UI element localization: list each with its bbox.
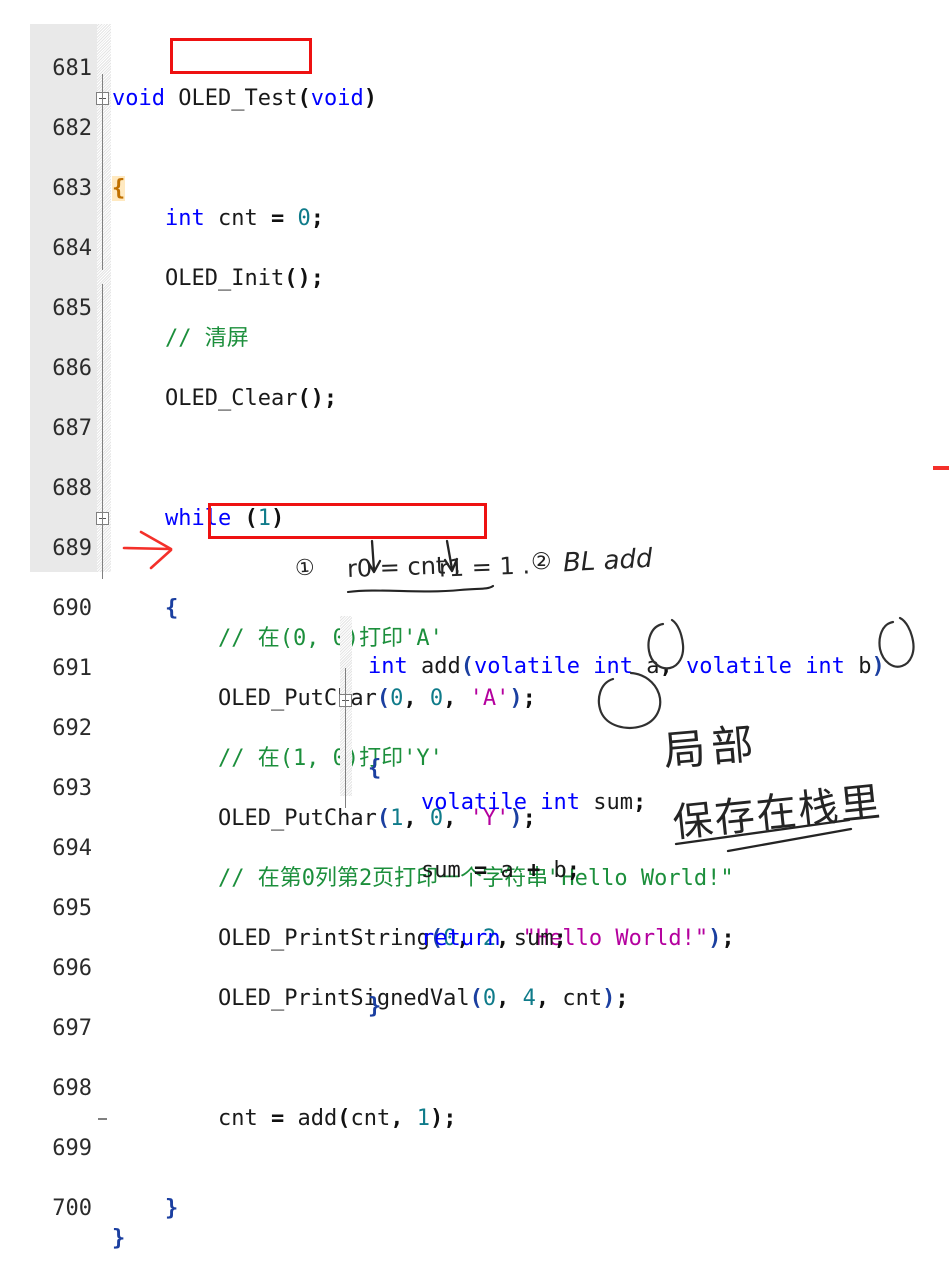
line-number: 681	[52, 56, 92, 81]
code-text[interactable]: {	[112, 174, 126, 204]
code-line[interactable]: 683 int cnt = 0;	[0, 144, 949, 231]
code-line[interactable]: 700 }	[0, 1164, 949, 1251]
code-line[interactable]: 685 // 清屏	[0, 264, 949, 351]
code-text[interactable]: sum = a + b;	[368, 854, 580, 888]
code-line[interactable]: int add(volatile int a, volatile int b)	[340, 616, 949, 679]
line-number: 693	[52, 776, 92, 801]
code-line[interactable]: 681 void OLED_Test(void)	[0, 24, 949, 111]
code-text[interactable]: volatile int sum;	[368, 786, 646, 820]
code-text[interactable]: int add(volatile int a, volatile int b)	[368, 650, 885, 684]
line-number: 684	[52, 236, 92, 261]
line-number: 695	[52, 896, 92, 921]
code-editor-upper[interactable]: 681 void OLED_Test(void) 682 { 683 int c…	[0, 24, 949, 1251]
code-line[interactable]: 686 OLED_Clear();	[0, 324, 949, 411]
ink-note-branch: BL add	[562, 543, 654, 579]
code-line[interactable]: {	[339, 684, 949, 781]
line-number: 698	[52, 1076, 92, 1101]
line-number: 699	[52, 1136, 92, 1161]
code-line[interactable]: 687	[0, 384, 949, 441]
line-number: 688	[52, 476, 92, 501]
code-line[interactable]: }	[340, 956, 949, 1019]
line-number: 686	[52, 356, 92, 381]
code-line[interactable]: 684 OLED_Init();	[0, 204, 949, 291]
code-editor-lower[interactable]: int add(volatile int a, volatile int b) …	[339, 616, 949, 1019]
code-text[interactable]: }	[368, 990, 381, 1024]
code-line[interactable]: 698 cnt = add(cnt, 1);	[0, 1044, 949, 1131]
line-number: 685	[52, 296, 92, 321]
ink-note-registers-2: r1 = 1 .	[438, 551, 531, 583]
code-lines-container[interactable]: 681 void OLED_Test(void) 682 { 683 int c…	[0, 24, 949, 1251]
code-text[interactable]: }	[112, 1224, 125, 1254]
line-number: 697	[52, 1016, 92, 1041]
code-line[interactable]: 682 {	[0, 84, 949, 201]
code-text[interactable]: return sum;	[368, 922, 567, 956]
line-number: 690	[52, 596, 92, 621]
line-number: 691	[52, 656, 92, 681]
ink-marker-one: ①	[294, 555, 316, 582]
line-number: 682	[52, 116, 92, 141]
code-line[interactable]: 699 }	[0, 1104, 949, 1221]
line-number: 700	[52, 1196, 92, 1221]
highlight-box-cnt-add-call	[208, 503, 487, 539]
fold-guide-line	[101, 74, 104, 270]
fold-guide-line	[344, 668, 347, 808]
code-line[interactable]: 688 while (1)	[0, 444, 949, 531]
code-line[interactable]: return sum;	[340, 888, 949, 951]
ink-marker-two: ②	[531, 549, 552, 575]
code-text[interactable]: }	[112, 1194, 178, 1224]
fold-marker-end-icon[interactable]	[98, 1118, 107, 1120]
code-text[interactable]: {	[112, 594, 178, 624]
ink-note-local: 局部	[661, 718, 762, 777]
fold-guide-line	[101, 284, 104, 579]
line-number: 683	[52, 176, 92, 201]
highlight-box-oled-test-name	[170, 38, 312, 74]
line-number: 694	[52, 836, 92, 861]
line-number: 696	[52, 956, 92, 981]
line-number: 689	[52, 536, 92, 561]
line-number: 687	[52, 416, 92, 441]
line-number: 692	[52, 716, 92, 741]
